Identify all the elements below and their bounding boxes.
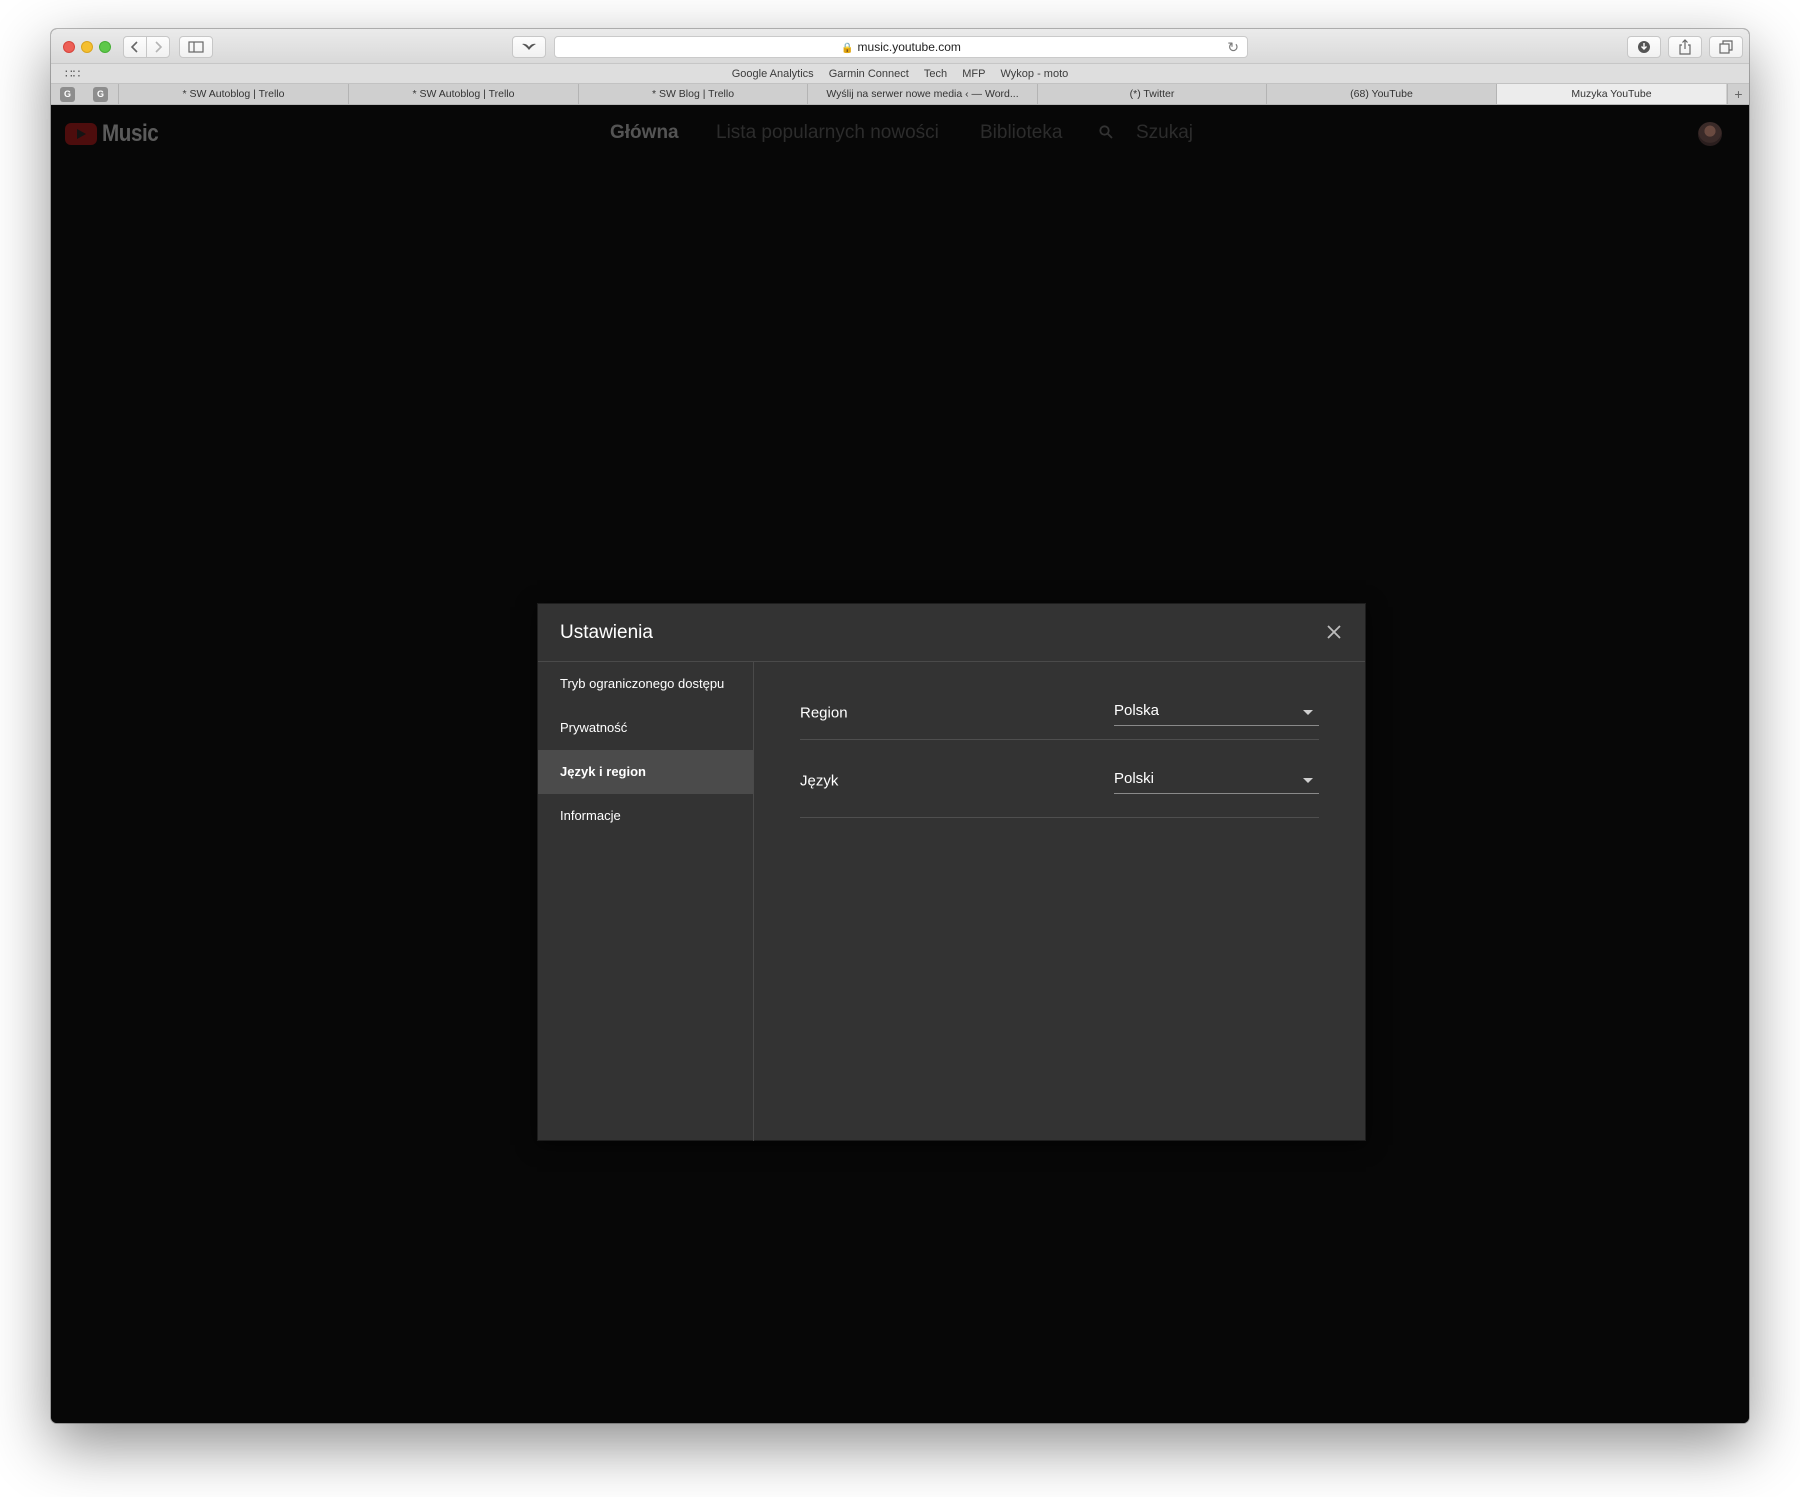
dialog-header: Ustawienia bbox=[538, 604, 1365, 662]
downloads-button[interactable] bbox=[1627, 36, 1661, 58]
browser-toolbar: 🔒 music.youtube.com ↻ bbox=[51, 29, 1749, 64]
settings-panel: Region Polska Język Polski bbox=[754, 662, 1366, 1141]
chevron-left-icon bbox=[130, 41, 138, 53]
new-tab-button[interactable]: + bbox=[1727, 84, 1749, 104]
close-window-button[interactable] bbox=[63, 41, 75, 53]
tabs-overview-icon bbox=[1719, 40, 1733, 54]
browser-tab[interactable]: Wyślij na serwer nowe media ‹ — Word... bbox=[807, 84, 1037, 104]
browser-tab[interactable]: (68) YouTube bbox=[1266, 84, 1496, 104]
region-dropdown[interactable]: Polska bbox=[1114, 698, 1319, 726]
sidebar-icon bbox=[188, 41, 204, 53]
fullscreen-window-button[interactable] bbox=[99, 41, 111, 53]
tab-bar: G G * SW Autoblog | Trello * SW Autoblog… bbox=[51, 84, 1749, 105]
chevron-right-icon bbox=[155, 41, 163, 53]
address-bar[interactable]: 🔒 music.youtube.com ↻ bbox=[554, 36, 1248, 58]
browser-tab[interactable]: * SW Autoblog | Trello bbox=[118, 84, 348, 104]
browser-tab[interactable]: (*) Twitter bbox=[1037, 84, 1266, 104]
avatar[interactable] bbox=[1698, 122, 1722, 146]
minimize-window-button[interactable] bbox=[81, 41, 93, 53]
lock-icon: 🔒 bbox=[841, 43, 854, 54]
nav-search[interactable]: Szukaj bbox=[1136, 122, 1193, 144]
page-content: Music Główna Lista popularnych nowości B… bbox=[51, 106, 1749, 1423]
settings-nav-restricted-mode[interactable]: Tryb ograniczonego dostępu bbox=[538, 662, 753, 706]
share-button[interactable] bbox=[1668, 36, 1702, 58]
logo-text: Music bbox=[102, 120, 159, 147]
reload-icon[interactable]: ↻ bbox=[1227, 37, 1239, 57]
settings-nav-privacy[interactable]: Prywatność bbox=[538, 706, 753, 750]
play-logo-icon bbox=[65, 123, 97, 145]
language-label: Język bbox=[800, 772, 839, 790]
region-label: Region bbox=[800, 704, 848, 722]
download-icon bbox=[1638, 41, 1650, 53]
bookmark-item[interactable]: Garmin Connect bbox=[829, 64, 909, 84]
browser-tab[interactable]: * SW Autoblog | Trello bbox=[348, 84, 578, 104]
settings-nav-language-region[interactable]: Język i region bbox=[538, 750, 753, 794]
bird-icon bbox=[522, 43, 536, 50]
back-button[interactable] bbox=[123, 36, 147, 58]
settings-dialog: Ustawienia Tryb ograniczonego dostępu Pr… bbox=[537, 603, 1366, 1141]
nav-home[interactable]: Główna bbox=[610, 122, 679, 144]
region-value: Polska bbox=[1114, 702, 1160, 719]
show-tabs-button[interactable] bbox=[1709, 36, 1743, 58]
search-icon[interactable] bbox=[1099, 125, 1113, 139]
grid-icon[interactable]: ∷∷ bbox=[65, 64, 80, 84]
language-value: Polski bbox=[1114, 770, 1155, 787]
caret-down-icon bbox=[1303, 778, 1313, 783]
settings-nav-about[interactable]: Informacje bbox=[538, 794, 753, 838]
bookmark-item[interactable]: Tech bbox=[924, 64, 947, 84]
region-setting-row: Region Polska bbox=[800, 662, 1319, 740]
close-icon[interactable] bbox=[1323, 621, 1345, 643]
app-header: Music Główna Lista popularnych nowości B… bbox=[51, 106, 1749, 162]
pinned-tab[interactable]: G bbox=[60, 87, 75, 102]
youtube-music-logo[interactable]: Music bbox=[65, 120, 168, 148]
caret-down-icon bbox=[1303, 710, 1313, 715]
sidebar-toggle-button[interactable] bbox=[179, 36, 213, 58]
address-url: music.youtube.com bbox=[857, 40, 961, 54]
bookmarks-bar: ∷∷ Google Analytics Garmin Connect Tech … bbox=[51, 64, 1749, 84]
language-dropdown[interactable]: Polski bbox=[1114, 766, 1319, 794]
dialog-title: Ustawienia bbox=[560, 622, 653, 643]
browser-window: 🔒 music.youtube.com ↻ ∷∷ Google Analytics… bbox=[51, 29, 1749, 1423]
settings-nav: Tryb ograniczonego dostępu Prywatność Ję… bbox=[538, 662, 754, 1141]
share-icon bbox=[1679, 39, 1691, 55]
language-setting-row: Język Polski bbox=[800, 740, 1319, 818]
forward-button[interactable] bbox=[146, 36, 170, 58]
browser-tab[interactable]: * SW Blog | Trello bbox=[578, 84, 807, 104]
browser-tab-active[interactable]: Muzyka YouTube bbox=[1496, 84, 1726, 104]
pinned-tab[interactable]: G bbox=[93, 87, 108, 102]
extension-button[interactable] bbox=[512, 36, 546, 58]
bookmark-item[interactable]: MFP bbox=[962, 64, 985, 84]
bookmark-item[interactable]: Wykop - moto bbox=[1001, 64, 1069, 84]
bookmark-item[interactable]: Google Analytics bbox=[732, 64, 814, 84]
nav-library[interactable]: Biblioteka bbox=[980, 122, 1062, 144]
nav-new-releases[interactable]: Lista popularnych nowości bbox=[716, 122, 939, 144]
